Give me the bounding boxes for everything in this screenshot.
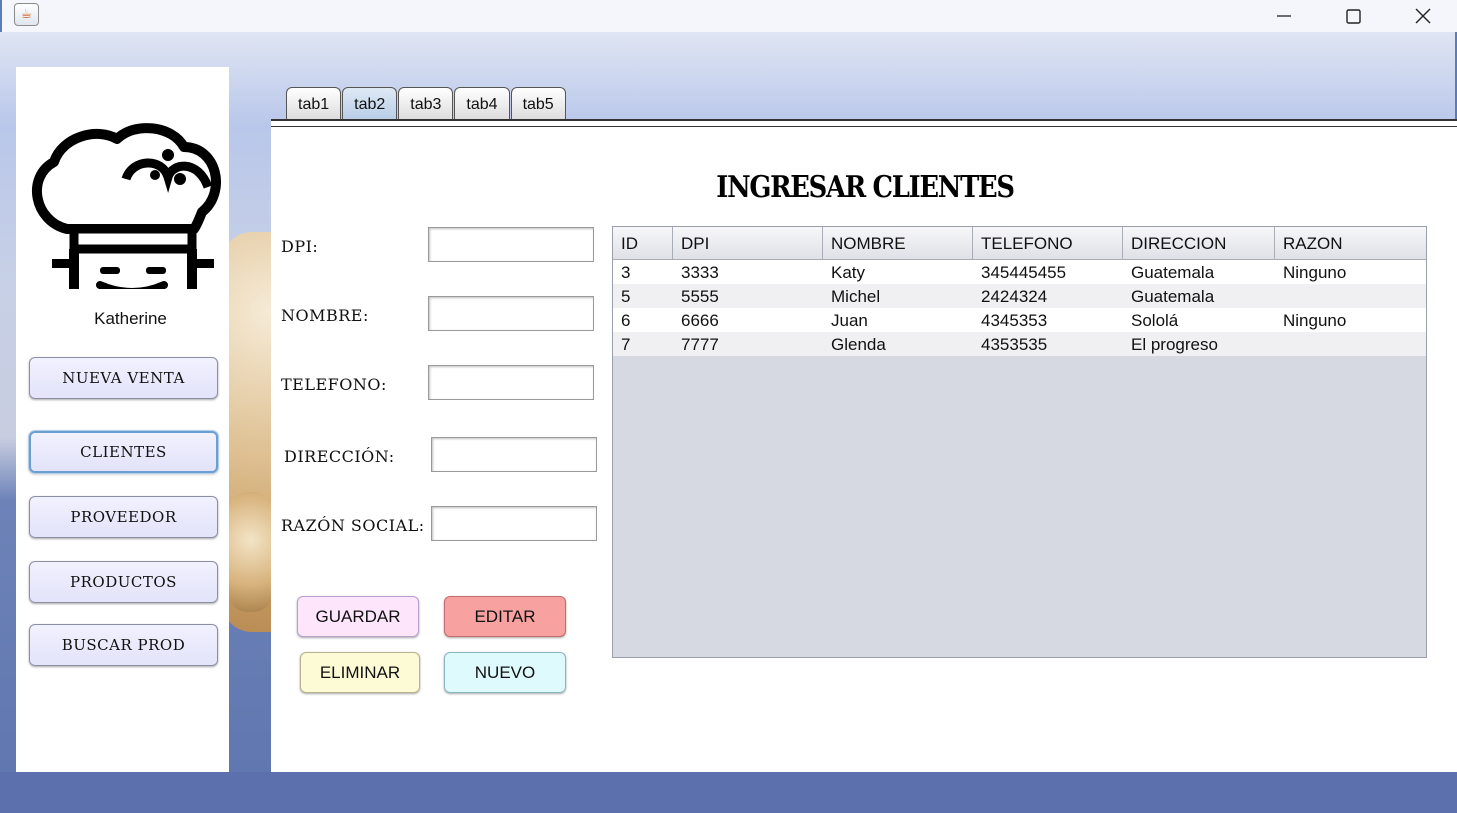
nombre-label: NOMBRE: [281,306,369,325]
cell-id: 7 [621,335,631,354]
cell-razon [1275,332,1426,356]
column-header-dpi[interactable]: DPI [673,227,823,260]
editar-button[interactable]: EDITAR [444,596,566,637]
proveedor-button[interactable]: PROVEEDOR [29,496,218,538]
tab-bar: tab1 tab2 tab3 tab4 tab5 [286,87,567,120]
cell-nombre: Glenda [831,335,886,354]
cell-nombre: Michel [831,287,881,306]
dpi-field[interactable] [428,227,594,262]
cell-direccion: Guatemala [1131,287,1215,306]
productos-button[interactable]: PRODUCTOS [29,561,218,603]
bread-decoration-2 [228,492,273,612]
minimize-icon [1277,15,1291,17]
minimize-button[interactable] [1249,0,1319,32]
cell-direccion: El progreso [1131,335,1218,354]
chef-hat-icon [32,123,221,289]
window-titlebar: ☕ [0,0,1457,32]
eliminar-button[interactable]: ELIMINAR [300,652,420,693]
nuevo-button[interactable]: NUEVO [444,652,566,693]
cell-telefono: 4353535 [981,335,1048,354]
tab-3[interactable]: tab3 [398,87,454,120]
direccion-label: DIRECCIÓN: [284,447,395,466]
direccion-field[interactable] [431,437,597,472]
tab-divider [271,119,1457,127]
table-row[interactable]: 7 7777 Glenda 4353535 El progreso [613,332,1426,356]
cell-dpi: 3333 [681,263,719,282]
cell-razon [1275,284,1426,308]
table-header: ID DPI NOMBRE TELEFONO DIRECCION RAZON [613,227,1426,260]
guardar-button[interactable]: GUARDAR [297,596,419,637]
dpi-label: DPI: [281,237,319,256]
clientes-button[interactable]: CLIENTES [29,431,218,473]
cell-telefono: 2424324 [981,287,1048,306]
cell-nombre: Katy [831,263,866,282]
cell-telefono: 345445455 [981,263,1067,282]
tab-1[interactable]: tab1 [286,87,342,120]
cell-razon: Ninguno [1283,263,1347,282]
razon-social-label: RAZÓN SOCIAL: [281,516,425,535]
close-icon [1415,8,1431,24]
telefono-label: TELEFONO: [281,375,387,394]
cell-id: 5 [621,287,631,306]
cell-dpi: 6666 [681,311,719,330]
column-header-id[interactable]: ID [613,227,673,260]
username-label: Katherine [94,309,167,328]
close-button[interactable] [1388,0,1457,32]
cell-direccion: Guatemala [1131,263,1215,282]
column-header-telefono[interactable]: TELEFONO [973,227,1123,260]
cell-razon: Ninguno [1283,311,1347,330]
cell-direccion: Sololá [1131,311,1179,330]
tab-2[interactable]: tab2 [342,87,398,120]
table-row[interactable]: 3 3333 Katy 345445455 Guatemala Ninguno [613,260,1426,284]
maximize-icon [1345,8,1361,24]
column-header-nombre[interactable]: NOMBRE [823,227,973,260]
clients-table[interactable]: ID DPI NOMBRE TELEFONO DIRECCION RAZON 3… [612,226,1427,658]
table-row[interactable]: 5 5555 Michel 2424324 Guatemala [613,284,1426,308]
table-row[interactable]: 6 6666 Juan 4345353 Sololá Ninguno [613,308,1426,332]
table-body: 3 3333 Katy 345445455 Guatemala Ninguno … [613,260,1426,356]
cell-telefono: 4345353 [981,311,1048,330]
telefono-field[interactable] [428,365,594,400]
tab-5[interactable]: tab5 [510,87,566,120]
cell-dpi: 7777 [681,335,719,354]
nueva-venta-button[interactable]: NUEVA VENTA [29,357,218,399]
maximize-button[interactable] [1318,0,1388,32]
nombre-field[interactable] [428,296,594,331]
cell-nombre: Juan [831,311,868,330]
cell-id: 3 [621,263,631,282]
page-title: INGRESAR CLIENTES [716,170,1015,205]
cell-id: 6 [621,311,631,330]
java-cup-icon: ☕ [14,3,39,26]
buscar-prod-button[interactable]: BUSCAR PROD [29,624,218,666]
sidebar: Katherine NUEVA VENTA CLIENTES PROVEEDOR… [16,67,229,772]
bottom-strip [0,772,1457,813]
column-header-razon[interactable]: RAZON [1275,227,1426,260]
razon-social-field[interactable] [431,506,597,541]
column-header-direccion[interactable]: DIRECCION [1123,227,1275,260]
tab-4[interactable]: tab4 [454,87,510,120]
cell-dpi: 5555 [681,287,719,306]
